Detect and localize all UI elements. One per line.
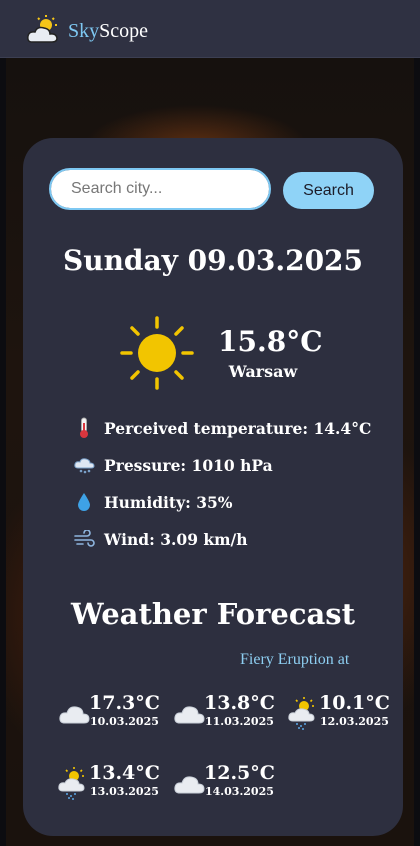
detail-humidity: Humidity: 35% [72,490,233,514]
search-input[interactable] [49,168,271,210]
sun-cloud-rain-icon [288,697,315,730]
current-date: Sunday 09.03.2025 [62,244,364,277]
current-temperature: 15.8°C [218,325,323,358]
brand-title[interactable]: SkyScope [68,19,148,43]
wind-icon [72,527,96,551]
navbar: SkyScope [0,0,420,58]
forecast-day: 10.1°C 12.03.2025 [287,692,397,734]
sun-icon [120,316,194,390]
forecast-day: 17.3°C 10.03.2025 [57,692,167,734]
window-edge-left [0,57,6,846]
droplet-icon [72,490,96,514]
detail-wind: Wind: 3.09 km/h [72,527,247,551]
cloud-icon [174,776,205,794]
forecast-title: Weather Forecast [71,597,355,631]
sun-cloud-rain-icon [58,767,85,800]
cloud-icon [59,706,90,724]
city-name: Warsaw [228,362,298,381]
forecast-day: 12.5°C 14.03.2025 [172,762,282,804]
pressure-icon [72,453,96,477]
window-edge-right [414,57,420,846]
cloud-icon [174,706,205,724]
detail-pressure: Pressure: 1010 hPa [72,453,273,477]
detail-perceived-temperature: Perceived temperature: 14.4°C [72,416,371,440]
news-ticker[interactable]: Fiery Eruption at [240,650,372,670]
forecast-day: 13.8°C 11.03.2025 [172,692,282,734]
forecast-day: 13.4°C 13.03.2025 [57,762,167,804]
thermometer-icon [72,416,96,440]
search-button[interactable]: Search [283,172,374,209]
cloud-sun-icon [27,15,58,43]
